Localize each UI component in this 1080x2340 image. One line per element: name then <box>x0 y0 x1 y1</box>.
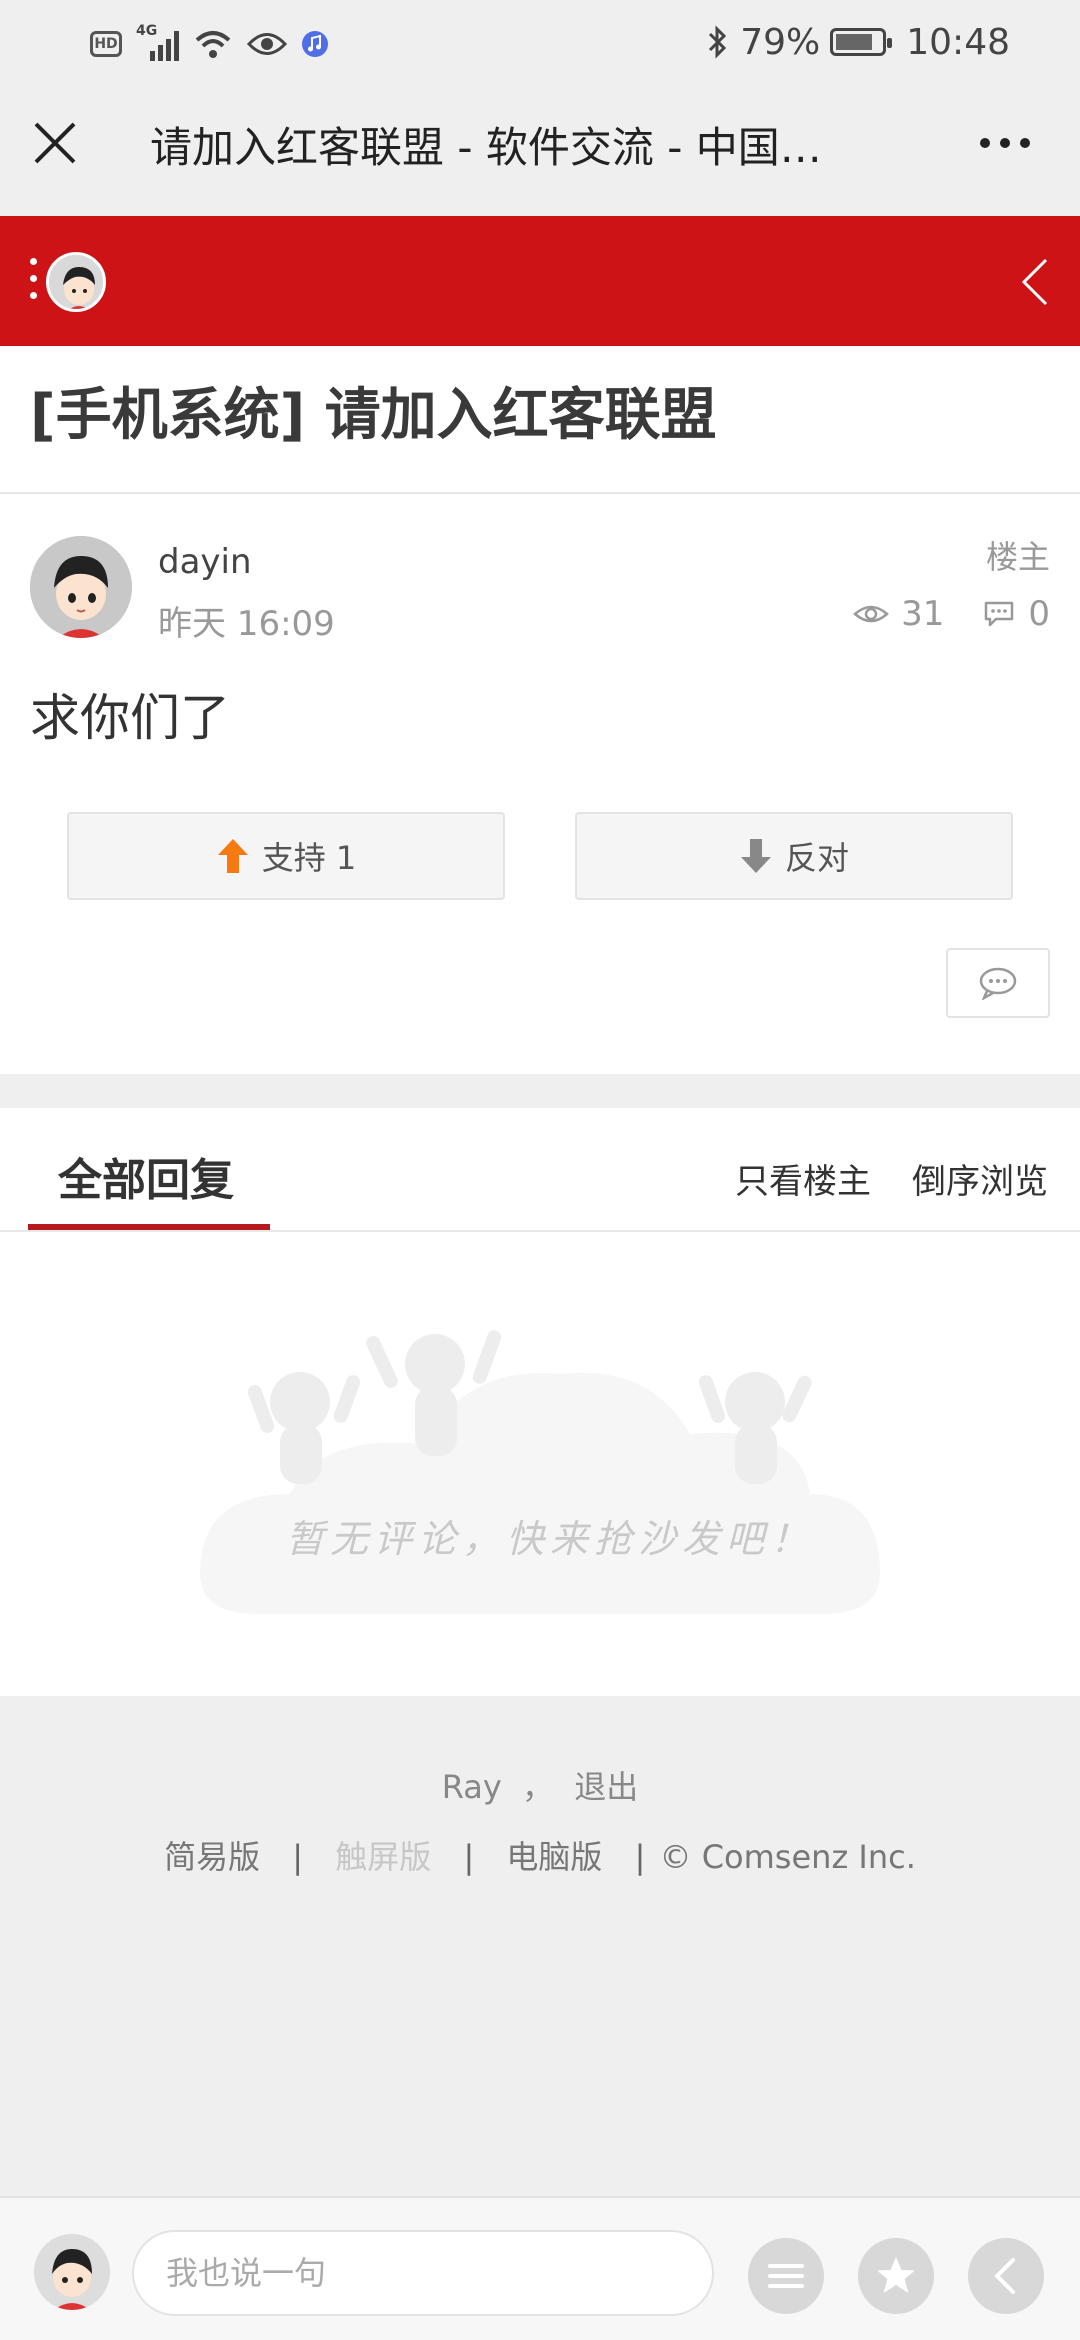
simple-version-link[interactable]: 简易版 <box>164 1838 260 1876</box>
empty-state-illustration <box>200 1330 880 1614</box>
replies-section: 全部回复 只看楼主 倒序浏览 暂无评论，快来抢沙发吧！ <box>0 1108 1080 1696</box>
bottom-bar: 我也说一句 <box>0 2196 1080 2340</box>
status-left-icons: HD 4G <box>90 22 329 66</box>
music-app-icon <box>302 31 328 57</box>
more-options-icon[interactable] <box>980 128 1040 158</box>
active-tab-indicator <box>28 1224 270 1230</box>
support-button[interactable]: 支持 1 <box>67 812 505 900</box>
my-avatar[interactable] <box>34 2234 110 2310</box>
tab-reverse-order[interactable]: 倒序浏览 <box>912 1154 1048 1203</box>
author-avatar[interactable] <box>30 536 132 638</box>
divider <box>0 492 1080 494</box>
reply-button[interactable] <box>946 948 1050 1018</box>
reply-input[interactable]: 我也说一句 <box>132 2230 714 2316</box>
star-icon[interactable] <box>858 2238 934 2314</box>
view-count: 31 <box>901 594 945 634</box>
post-panel: [手机系统] 请加入红客联盟 dayin 昨天 16:09 楼主 31 0 求你… <box>0 346 1080 1074</box>
footer-user-line: Ray ， 退出 <box>0 1762 1080 1808</box>
support-label: 支持 1 <box>261 839 357 877</box>
status-bar: HD 4G 79% 10:48 <box>0 0 1080 88</box>
menu-icon[interactable] <box>30 258 38 299</box>
status-right-icons: 79% 10:48 <box>706 20 1010 64</box>
back-arrow-icon[interactable] <box>1016 254 1056 310</box>
eye-icon <box>853 605 889 623</box>
oppose-label: 反对 <box>784 839 849 877</box>
tab-owner-only[interactable]: 只看楼主 <box>735 1154 871 1203</box>
reply-count: 0 <box>1028 594 1050 634</box>
back-arrow-icon[interactable] <box>968 2238 1044 2314</box>
pc-version-link[interactable]: 电脑版 <box>506 1838 602 1876</box>
eye-icon <box>247 33 287 55</box>
tab-all-replies[interactable]: 全部回复 <box>58 1144 234 1208</box>
author-name[interactable]: dayin <box>158 542 252 582</box>
wifi-icon <box>195 31 231 58</box>
page-title: 请加入红客联盟 - 软件交流 - 中国… <box>150 123 822 172</box>
footer-username[interactable]: Ray <box>442 1768 502 1806</box>
separator: | <box>292 1838 304 1876</box>
empty-message: 暂无评论，快来抢沙发吧！ <box>285 1517 814 1561</box>
footer-version-links: 简易版 | 触屏版 | 电脑版 | © Comsenz Inc. <box>0 1832 1080 1878</box>
comment-icon <box>985 601 1014 627</box>
oppose-button[interactable]: 反对 <box>575 812 1013 900</box>
battery-percent: 79% <box>740 21 821 63</box>
logout-link[interactable]: 退出 <box>574 1768 638 1806</box>
battery-icon <box>830 28 893 56</box>
site-header <box>0 216 1080 346</box>
touch-version-link: 触屏版 <box>335 1838 432 1876</box>
divider <box>0 1230 1080 1232</box>
post-body: 求你们了 <box>30 689 230 747</box>
arrow-up-icon <box>217 839 248 873</box>
list-icon[interactable] <box>748 2238 824 2314</box>
close-icon[interactable] <box>28 116 82 170</box>
comment-icon <box>979 967 1017 1000</box>
footer-comma: ， <box>522 1768 555 1806</box>
post-time: 昨天 16:09 <box>158 604 335 644</box>
post-stats: 31 0 <box>853 594 1050 634</box>
arrow-down-icon <box>740 839 771 873</box>
separator: | <box>634 1838 646 1876</box>
owner-tag: 楼主 <box>985 538 1050 576</box>
post-title: [手机系统] 请加入红客联盟 <box>30 383 717 448</box>
user-avatar[interactable] <box>46 252 106 312</box>
title-bar: 请加入红客联盟 - 软件交流 - 中国… <box>0 88 1080 216</box>
signal-icon: 4G <box>136 23 179 61</box>
network-type: 4G <box>136 23 158 39</box>
separator: | <box>463 1838 475 1876</box>
clock: 10:48 <box>906 21 1010 63</box>
bluetooth-icon <box>709 25 727 59</box>
copyright: © Comsenz Inc. <box>659 1838 916 1876</box>
hd-badge: HD <box>90 31 122 57</box>
